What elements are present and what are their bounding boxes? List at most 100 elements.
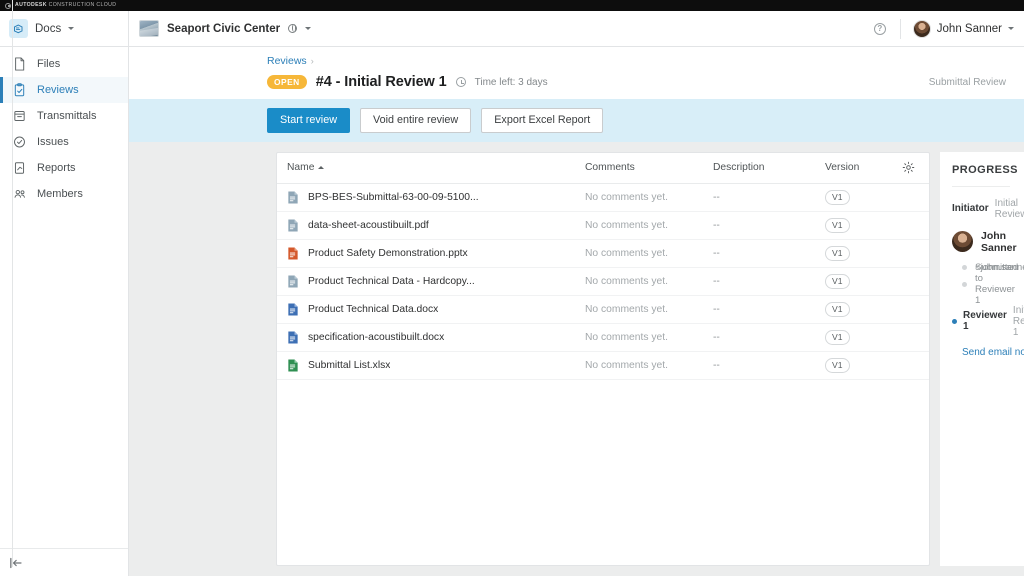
autodesk-logo-icon <box>5 3 11 9</box>
sidebar-item-label: Files <box>37 58 60 70</box>
file-name[interactable]: Product Safety Demonstration.pptx <box>308 248 468 259</box>
cell-version: V1 <box>825 218 915 233</box>
user-name: John Sanner <box>937 23 1002 35</box>
product-label: Docs <box>35 23 61 35</box>
chevron-down-icon <box>1008 27 1014 30</box>
timeline-node-icon <box>962 282 967 287</box>
cell-version: V1 <box>825 358 915 373</box>
cell-comments: No comments yet. <box>585 332 713 343</box>
header-right-group: ? John Sanner <box>874 11 1024 46</box>
cell-comments: No comments yet. <box>585 192 713 203</box>
pptx-file-icon <box>287 247 299 260</box>
cell-description: -- <box>713 248 825 259</box>
reviewer-header[interactable]: Reviewer 1 Initial Review 1 <box>952 305 1010 338</box>
file-name[interactable]: Product Technical Data.docx <box>308 304 438 315</box>
file-name[interactable]: Product Technical Data - Hardcopy... <box>308 276 475 287</box>
pdf-file-icon <box>287 275 299 288</box>
version-badge: V1 <box>825 330 850 345</box>
status-badge: OPEN <box>267 75 307 88</box>
sidebar-item-issues[interactable]: Issues <box>0 129 128 155</box>
cell-description: -- <box>713 192 825 203</box>
product-switcher[interactable]: Docs <box>0 11 129 46</box>
cell-name: specification-acoustibuilt.docx <box>287 331 585 344</box>
cell-description: -- <box>713 276 825 287</box>
file-name[interactable]: BPS-BES-Submittal-63-00-09-5100... <box>308 192 479 203</box>
reviewer-body: Project Engineer, Pr... Send email notif… <box>952 338 1010 358</box>
project-name: Seaport Civic Center <box>167 23 280 35</box>
help-icon[interactable]: ? <box>874 23 886 35</box>
sidebar-item-files[interactable]: Files <box>0 51 128 77</box>
table-row[interactable]: Product Technical Data - Hardcopy... No c… <box>277 268 929 296</box>
file-name[interactable]: Submittal List.xlsx <box>308 360 390 371</box>
avatar <box>952 231 973 252</box>
initiator-step-name: Initial Review <box>995 198 1024 220</box>
cell-description: -- <box>713 360 825 371</box>
cell-version: V1 <box>825 190 915 205</box>
sidebar-item-reports[interactable]: Reports <box>0 155 128 181</box>
table-row[interactable]: Product Safety Demonstration.pptx No comm… <box>277 240 929 268</box>
sidebar-item-label: Reports <box>37 162 76 174</box>
send-email-notification-link[interactable]: Send email notification <box>962 347 1024 358</box>
export-excel-button[interactable]: Export Excel Report <box>481 108 603 133</box>
cell-comments: No comments yet. <box>585 276 713 287</box>
docx-file-icon <box>287 331 299 344</box>
table-row[interactable]: BPS-BES-Submittal-63-00-09-5100... No com… <box>277 184 929 212</box>
user-menu[interactable]: John Sanner <box>913 20 1024 38</box>
chevron-down-icon <box>305 27 311 30</box>
cell-comments: No comments yet. <box>585 360 713 371</box>
breadcrumb-link-reviews[interactable]: Reviews <box>267 55 307 67</box>
sidebar-item-label: Members <box>37 188 83 200</box>
void-review-button[interactable]: Void entire review <box>360 108 471 133</box>
action-bar: Start review Void entire review Export E… <box>129 99 1024 142</box>
table-row[interactable]: Submittal List.xlsx No comments yet.--V1 <box>277 352 929 380</box>
column-header-name[interactable]: Name <box>287 162 585 173</box>
sidebar-item-reviews[interactable]: Reviews <box>0 77 128 103</box>
main-content: Reviews › OPEN #4 - Initial Review 1 Tim… <box>129 47 1024 576</box>
page-title: #4 - Initial Review 1 <box>316 74 447 90</box>
review-type-label: Submittal Review <box>929 77 1006 88</box>
initiator-header[interactable]: Initiator Initial Review <box>952 198 1010 220</box>
sidebar-collapse-button[interactable] <box>0 548 128 576</box>
list-item: Submitted to Reviewer 1 <box>962 276 1010 293</box>
people-icon <box>12 187 27 202</box>
project-selector[interactable]: Seaport Civic Center <box>129 20 311 37</box>
time-left-text: Time left: 3 days <box>475 77 548 88</box>
xlsx-file-icon <box>287 359 299 372</box>
version-badge: V1 <box>825 302 850 317</box>
files-table: Name Comments Description Version BPS-BE… <box>276 152 930 566</box>
sort-ascending-icon <box>318 166 324 169</box>
pdf-file-icon <box>287 191 299 204</box>
file-name[interactable]: data-sheet-acoustibuilt.pdf <box>308 220 429 231</box>
gear-icon[interactable] <box>902 161 915 174</box>
table-row[interactable]: data-sheet-acoustibuilt.pdfNo comments y… <box>277 212 929 240</box>
table-row[interactable]: specification-acoustibuilt.docx No commen… <box>277 324 929 352</box>
initiator-person-row: John Sanner Jan 13, 11:28 AM <box>952 220 1010 254</box>
cell-description: -- <box>713 220 825 231</box>
reviewer-step-name: Initial Review 1 <box>1013 305 1024 338</box>
cell-version: V1 <box>825 302 915 317</box>
cell-name: Product Technical Data.docx <box>287 303 585 316</box>
progress-initiator-section: Initiator Initial Review John Sanner Jan… <box>952 187 1010 293</box>
start-review-button[interactable]: Start review <box>267 108 350 133</box>
docx-file-icon <box>287 303 299 316</box>
sidebar-item-members[interactable]: Members <box>0 181 128 207</box>
initiator-person-name: John Sanner <box>981 230 1017 254</box>
initiator-label: Initiator <box>952 203 989 214</box>
table-row[interactable]: Product Technical Data.docxNo comments y… <box>277 296 929 324</box>
project-thumbnail <box>139 20 159 37</box>
sidebar-item-transmittals[interactable]: Transmittals <box>0 103 128 129</box>
table-body: BPS-BES-Submittal-63-00-09-5100... No com… <box>277 184 929 380</box>
cell-description: -- <box>713 304 825 315</box>
column-header-comments[interactable]: Comments <box>585 162 713 173</box>
header-divider <box>900 19 901 39</box>
clock-icon <box>456 77 466 87</box>
sidebar-spacer <box>0 207 128 548</box>
column-header-description[interactable]: Description <box>713 162 825 173</box>
version-badge: V1 <box>825 358 850 373</box>
column-header-version[interactable]: Version <box>825 162 902 173</box>
file-name[interactable]: specification-acoustibuilt.docx <box>308 332 444 343</box>
cell-version: V1 <box>825 246 915 261</box>
cell-version: V1 <box>825 274 915 289</box>
cell-comments: No comments yet. <box>585 248 713 259</box>
chevron-down-icon <box>68 27 74 30</box>
